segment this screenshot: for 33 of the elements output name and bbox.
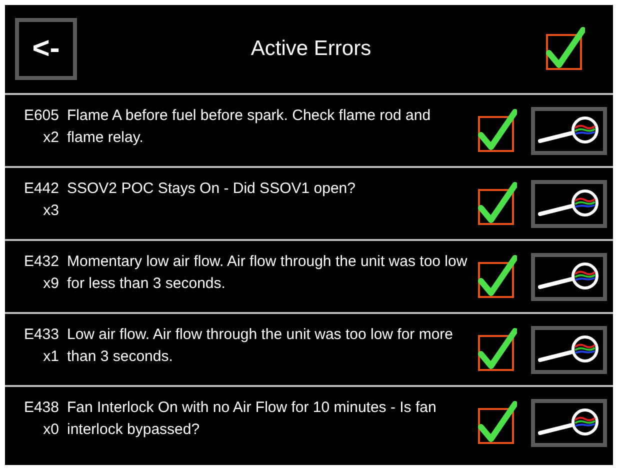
magnifier-graph-icon [538,406,600,438]
checkbox[interactable] [477,182,517,226]
window-title: Active Errors [250,37,372,61]
error-code: E442 [24,179,59,199]
magnifier-graph-icon [538,260,600,292]
error-code: E438 [24,398,59,418]
details-button[interactable] [531,180,607,228]
error-message: Flame A before fuel before spark. Check flame rod and flame relay. [67,106,432,148]
details-button[interactable] [531,398,607,446]
checkbox[interactable] [477,254,517,298]
error-message: Fan Interlock On with no Air Flow for 10 minutes - Is fan interlock bypassed? [67,398,438,440]
error-message: SSOV2 POC Stays On - Did SSOV1 open? [67,179,356,199]
checkbox[interactable] [477,328,517,372]
details-button[interactable] [531,106,607,154]
magnifier-graph-icon [538,114,600,146]
error-count: x0 [43,420,59,440]
checkbox[interactable] [545,27,585,71]
error-count: x3 [43,201,59,221]
error-message: Momentary low air flow. Air flow through the unit was too low for less than 3 seconds. [67,252,468,294]
magnifier-graph-icon [538,188,600,220]
checkbox[interactable] [477,400,517,444]
error-code: E433 [24,325,59,345]
error-message: Low air flow. Air flow through the unit was too low for more than 3 seconds. [67,325,454,367]
details-button[interactable] [531,252,607,300]
checkbox[interactable] [477,108,517,152]
error-count: x1 [43,347,59,367]
magnifier-graph-icon [538,334,600,366]
error-code: E432 [24,252,59,272]
error-count: x2 [43,128,59,148]
details-button[interactable] [531,326,607,374]
back-button[interactable]: <- [15,18,77,80]
error-count: x9 [43,274,59,294]
error-code: E605 [24,106,59,126]
